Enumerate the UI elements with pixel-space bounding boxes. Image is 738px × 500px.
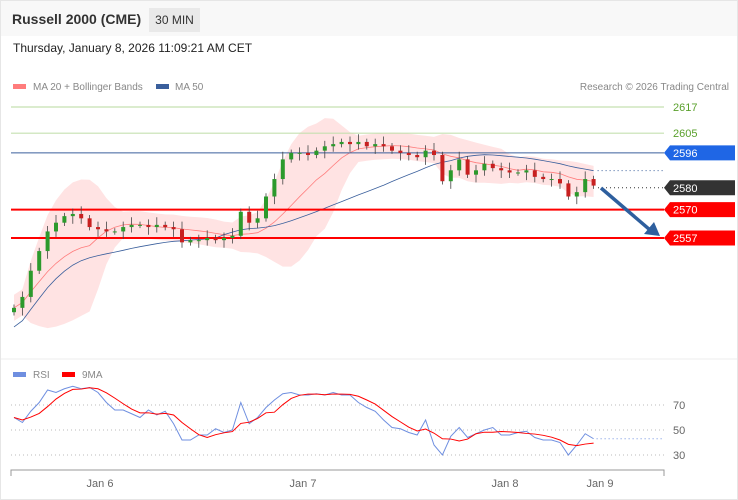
support-price-label: 2570 (673, 205, 697, 217)
support-price-label: 2557 (673, 233, 697, 245)
rsi-line (13, 385, 594, 456)
rsi-legend-swatch (13, 372, 26, 377)
candle-body (12, 307, 16, 313)
candle-body (558, 179, 562, 184)
ma50-legend-swatch (156, 84, 169, 89)
candle-body (398, 150, 403, 153)
candle-body (196, 240, 201, 242)
ma20-legend: MA 20 + Bollinger Bands (33, 82, 143, 93)
pivot-price-label: 2596 (673, 148, 697, 160)
candle-body (138, 224, 142, 226)
candle-body (230, 235, 235, 238)
x-tick-label: Jan 7 (290, 478, 317, 490)
candle-body (255, 218, 260, 223)
candle-body (348, 141, 352, 145)
candle-body (45, 231, 50, 252)
candle-body (280, 159, 285, 180)
candle-body (482, 163, 487, 171)
candle-body (20, 296, 25, 308)
price-chart: MA 20 + Bollinger Bands MA 50 Research ©… (1, 82, 737, 490)
candle-body (104, 229, 109, 232)
candle-body (238, 211, 243, 236)
candle-body (129, 224, 134, 228)
resistance-label: 2617 (673, 102, 697, 114)
rsi-tick-label: 50 (673, 425, 685, 437)
candle-body (574, 192, 579, 197)
candle-body (356, 141, 361, 145)
candle-body (406, 152, 411, 156)
x-tick-label: Jan 6 (87, 478, 114, 490)
candle-body (373, 144, 378, 147)
candle-body (507, 170, 512, 173)
rsi-tick-label: 30 (673, 450, 685, 462)
x-axis (10, 469, 665, 476)
candle-body (146, 224, 151, 228)
candle-body (79, 213, 84, 219)
candle-body (222, 237, 226, 241)
candle-body (583, 179, 588, 193)
candle-body (339, 141, 344, 145)
candle-body (297, 152, 302, 154)
x-tick-label: Jan 8 (492, 478, 519, 490)
candle-body (566, 183, 571, 197)
candle-body (289, 152, 294, 160)
candle-body (306, 152, 310, 156)
candle-body (457, 159, 462, 171)
last-price-label: 2580 (673, 183, 697, 195)
candle-body (322, 146, 327, 151)
candle-body (62, 216, 67, 223)
candle-body (474, 170, 478, 175)
candle-body (490, 163, 495, 169)
candle-body (28, 270, 33, 297)
ma50-legend: MA 50 (175, 82, 204, 93)
candle-body (516, 172, 520, 174)
rsi-ma-legend-swatch (62, 372, 75, 377)
candle-body (591, 179, 596, 186)
candle-body (54, 222, 58, 232)
candle-body (532, 170, 537, 177)
candle-body (121, 227, 126, 232)
candle-body (171, 227, 176, 230)
candle-body (180, 229, 184, 243)
candle-body (465, 159, 470, 175)
copyright: Research © 2026 Trading Central (580, 82, 729, 93)
candle-body (96, 227, 100, 230)
candle-body (205, 237, 210, 241)
candle-body (213, 237, 218, 241)
candle-body (70, 213, 75, 217)
candle-body (390, 146, 394, 151)
resistance-label: 2605 (673, 128, 697, 140)
candle-body (524, 170, 529, 173)
rsi-legend: RSI (33, 370, 50, 381)
candle-body (499, 168, 504, 171)
candle-body (87, 218, 92, 228)
candle-body (112, 231, 117, 233)
candle-body (154, 224, 159, 228)
candle-body (163, 224, 168, 228)
bollinger-band (14, 118, 594, 329)
ma20-legend-swatch (13, 84, 26, 89)
candle-body (423, 150, 428, 158)
candle-body (381, 144, 386, 147)
candle-body (188, 240, 193, 243)
candle-body (264, 196, 268, 219)
rsi-ma-legend: 9MA (82, 370, 103, 381)
x-tick-label: Jan 9 (587, 478, 614, 490)
candle-body (272, 179, 277, 197)
candle-body (247, 211, 252, 223)
candle-body (364, 141, 369, 147)
candle-body (448, 170, 453, 182)
candle-body (549, 179, 554, 181)
candle-body (314, 150, 319, 156)
candle-body (37, 251, 42, 271)
candle-body (440, 155, 445, 182)
candle-body (415, 155, 420, 158)
candle-body (541, 176, 546, 180)
candle-body (432, 150, 436, 156)
candle-body (331, 144, 336, 147)
rsi-tick-label: 70 (673, 400, 685, 412)
